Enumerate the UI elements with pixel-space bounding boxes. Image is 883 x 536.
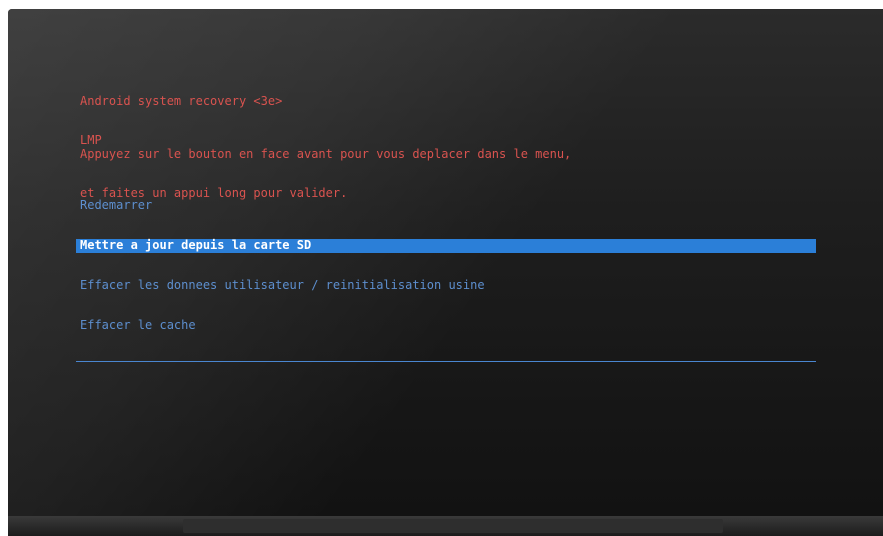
menu-item-update-sd[interactable]: Mettre a jour depuis la carte SD bbox=[76, 239, 816, 253]
menu-divider bbox=[76, 361, 816, 362]
recovery-menu: Redemarrer Mettre a jour depuis la carte… bbox=[76, 173, 816, 388]
bezel-strip bbox=[183, 519, 723, 533]
menu-item-wipe-cache[interactable]: Effacer le cache bbox=[76, 319, 816, 333]
menu-item-reboot[interactable]: Redemarrer bbox=[76, 199, 816, 213]
recovery-screen: Android system recovery <3e> LMP Appuyez… bbox=[8, 9, 883, 516]
menu-item-wipe-data[interactable]: Effacer les donnees utilisateur / reinit… bbox=[76, 279, 816, 293]
device-frame: Android system recovery <3e> LMP Appuyez… bbox=[8, 9, 883, 536]
recovery-title: Android system recovery <3e> bbox=[80, 94, 283, 108]
instruction-line-1: Appuyez sur le bouton en face avant pour… bbox=[80, 147, 572, 161]
